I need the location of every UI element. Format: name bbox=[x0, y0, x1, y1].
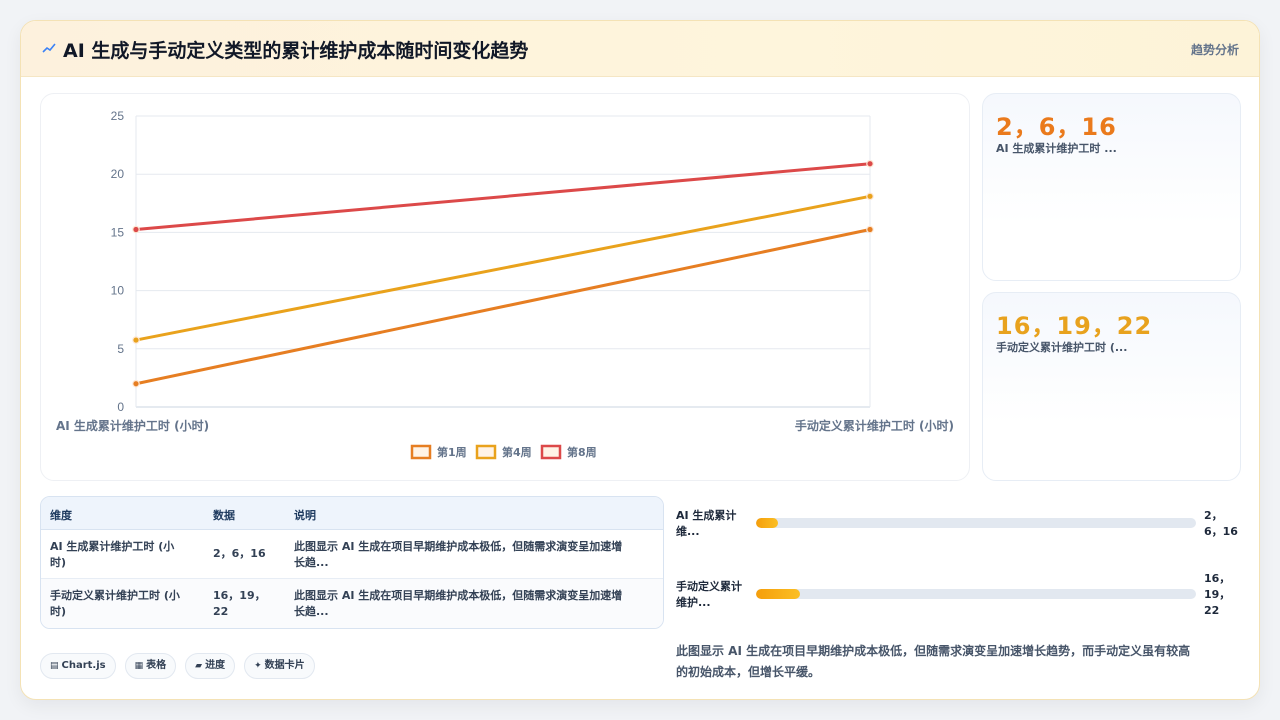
progress-track bbox=[756, 518, 1196, 528]
trend-icon bbox=[42, 43, 56, 53]
progress-track bbox=[756, 589, 1196, 599]
legend-swatch bbox=[410, 444, 432, 460]
line-chart: 0 5 10 15 20 25 AI 生成累计维护工时 (小时) 手动定义累计维护工时 (小时… bbox=[56, 109, 954, 460]
column-header-dimension: 维度 bbox=[50, 509, 72, 522]
column-header-data: 数据 bbox=[213, 509, 235, 522]
kpi-value-manual: 16，19，22 bbox=[996, 312, 1153, 340]
chip-label: 数据卡片 bbox=[264, 660, 305, 671]
progress-value-line3: 22 bbox=[1204, 604, 1220, 617]
cell-dimension-line2: 时) bbox=[50, 556, 67, 569]
chip-label: Chart.js bbox=[61, 660, 106, 671]
x-tick-label: 手动定义累计维护工时 (小时) bbox=[795, 418, 954, 433]
series-line bbox=[135, 228, 871, 386]
progress-value: 2， 6，16 bbox=[1204, 508, 1244, 540]
y-tick-label: 25 bbox=[111, 109, 125, 123]
data-point bbox=[866, 225, 874, 234]
chip-label: 表格 bbox=[146, 660, 167, 671]
progress-value: 16， 19， 22 bbox=[1204, 571, 1244, 619]
legend-label: 第4周 bbox=[502, 445, 532, 459]
chart-icon: ▤ bbox=[50, 661, 59, 671]
summary-description: 此图显示 AI 生成在项目早期维护成本极低，但随需求演变呈加速增长趋势，而手动定… bbox=[676, 641, 1241, 683]
chip-data-card[interactable]: ✦ 数据卡片 bbox=[244, 653, 315, 679]
data-point bbox=[866, 159, 874, 168]
progress-row-ai: AI 生成累计 维... 2， 6，16 bbox=[676, 508, 1241, 548]
data-point bbox=[132, 379, 140, 388]
y-tick-label: 0 bbox=[117, 400, 124, 414]
cell-data: 2，6，16 bbox=[213, 547, 266, 560]
cell-data-line2: 22 bbox=[213, 605, 229, 618]
table-icon: ▦ bbox=[134, 661, 144, 671]
data-table: 维度 数据 说明 AI 生成累计维护工时 (小 时) 2，6，16 此图显示 AI… bbox=[40, 496, 664, 629]
cell-description: 此图显示 AI 生成在项目早期维护成本极低，但随需求演变呈加速增 长趋... bbox=[294, 588, 659, 620]
sparkle-icon: ✦ bbox=[254, 661, 262, 671]
legend-label: 第8周 bbox=[567, 445, 597, 459]
kpi-value-ai: 2，6，16 bbox=[996, 113, 1117, 141]
cell-dimension-line1: 手动定义累计维护工时 (小 bbox=[50, 589, 180, 602]
summary-line2: 的初始成本，但增长平缓。 bbox=[676, 665, 821, 679]
progress-fill bbox=[756, 589, 800, 599]
progress-label: AI 生成累计 维... bbox=[676, 508, 751, 540]
kpi-label-manual: 手动定义累计维护工时 (... bbox=[996, 341, 1128, 354]
progress-icon: ▰ bbox=[195, 661, 203, 671]
cell-description-line1: 此图显示 AI 生成在项目早期维护成本极低，但随需求演变呈加速增 bbox=[294, 589, 623, 602]
dashboard-card: AI 生成与手动定义类型的累计维护成本随时间变化趋势 趋势分析 0 5 10 15 20… bbox=[20, 20, 1260, 700]
legend-swatch bbox=[540, 444, 562, 460]
chip-table[interactable]: ▦ 表格 bbox=[124, 653, 177, 679]
cell-description-line2: 长趋... bbox=[294, 556, 329, 569]
series-line bbox=[135, 194, 871, 342]
chip-label: 进度 bbox=[205, 660, 226, 671]
trend-analysis-tag[interactable]: 趋势分析 bbox=[1191, 41, 1239, 58]
table-row: AI 生成累计维护工时 (小 时) 2，6，16 此图显示 AI 生成在项目早期维… bbox=[41, 530, 663, 579]
legend-label: 第1周 bbox=[437, 445, 467, 459]
progress-value-line1: 2， bbox=[1204, 509, 1223, 522]
chip-chartjs[interactable]: ▤ Chart.js bbox=[40, 653, 116, 679]
y-tick-label: 15 bbox=[111, 225, 125, 239]
summary-line1: 此图显示 AI 生成在项目早期维护成本极低，但随需求演变呈加速增长趋势，而手动定… bbox=[676, 644, 1191, 658]
kpi-card-ai: 2，6，16 AI 生成累计维护工时 ... bbox=[982, 93, 1241, 281]
cell-description: 此图显示 AI 生成在项目早期维护成本极低，但随需求演变呈加速增 长趋... bbox=[294, 539, 659, 571]
data-point bbox=[132, 336, 140, 344]
kpi-card-manual: 16，19，22 手动定义累计维护工时 (... bbox=[982, 292, 1241, 481]
progress-row-manual: 手动定义累计 维护... 16， 19， 22 bbox=[676, 572, 1241, 619]
progress-label-line2: 维... bbox=[676, 525, 700, 538]
column-header-description: 说明 bbox=[294, 509, 316, 522]
cell-dimension: AI 生成累计维护工时 (小 时) bbox=[50, 539, 200, 571]
x-tick-label: AI 生成累计维护工时 (小时) bbox=[56, 418, 209, 433]
progress-value-line1: 16， bbox=[1204, 572, 1231, 585]
y-tick-label: 20 bbox=[111, 167, 125, 181]
tech-chip-row: ▤ Chart.js ▦ 表格 ▰ 进度 ✦ 数据卡片 bbox=[40, 653, 324, 681]
cell-dimension: 手动定义累计维护工时 (小 时) bbox=[50, 588, 200, 620]
page-title: AI 生成与手动定义类型的累计维护成本随时间变化趋势 bbox=[63, 40, 529, 62]
progress-fill bbox=[756, 518, 778, 528]
progress-label-line1: AI 生成累计 bbox=[676, 509, 737, 522]
y-tick-label: 5 bbox=[117, 342, 124, 356]
cell-data-line1: 16，19， bbox=[213, 589, 266, 602]
legend-swatch bbox=[475, 444, 497, 460]
cell-dimension-line2: 时) bbox=[50, 605, 67, 618]
table-header: 维度 数据 说明 bbox=[41, 497, 663, 530]
progress-label: 手动定义累计 维护... bbox=[676, 579, 751, 611]
chip-progress[interactable]: ▰ 进度 bbox=[185, 653, 236, 679]
progress-value-line2: 6，16 bbox=[1204, 525, 1238, 538]
cell-description-line2: 长趋... bbox=[294, 605, 329, 618]
data-point bbox=[132, 225, 140, 234]
cell-dimension-line1: AI 生成累计维护工时 (小 bbox=[50, 540, 175, 553]
progress-label-line1: 手动定义累计 bbox=[676, 580, 742, 593]
progress-label-line2: 维护... bbox=[676, 596, 711, 609]
data-point bbox=[866, 192, 874, 201]
y-tick-label: 10 bbox=[111, 284, 125, 298]
progress-value-line2: 19， bbox=[1204, 588, 1231, 601]
header-bar: AI 生成与手动定义类型的累计维护成本随时间变化趋势 趋势分析 bbox=[21, 21, 1259, 77]
line-chart-panel: 0 5 10 15 20 25 AI 生成累计维护工时 (小时) 手动定义累计维护工时 (小时… bbox=[40, 93, 970, 481]
cell-data: 16，19， 22 bbox=[213, 588, 266, 620]
kpi-label-ai: AI 生成累计维护工时 ... bbox=[996, 142, 1117, 155]
table-row: 手动定义累计维护工时 (小 时) 16，19， 22 此图显示 AI 生成在项目早期… bbox=[41, 579, 663, 628]
series-line bbox=[135, 162, 871, 231]
cell-description-line1: 此图显示 AI 生成在项目早期维护成本极低，但随需求演变呈加速增 bbox=[294, 540, 623, 553]
